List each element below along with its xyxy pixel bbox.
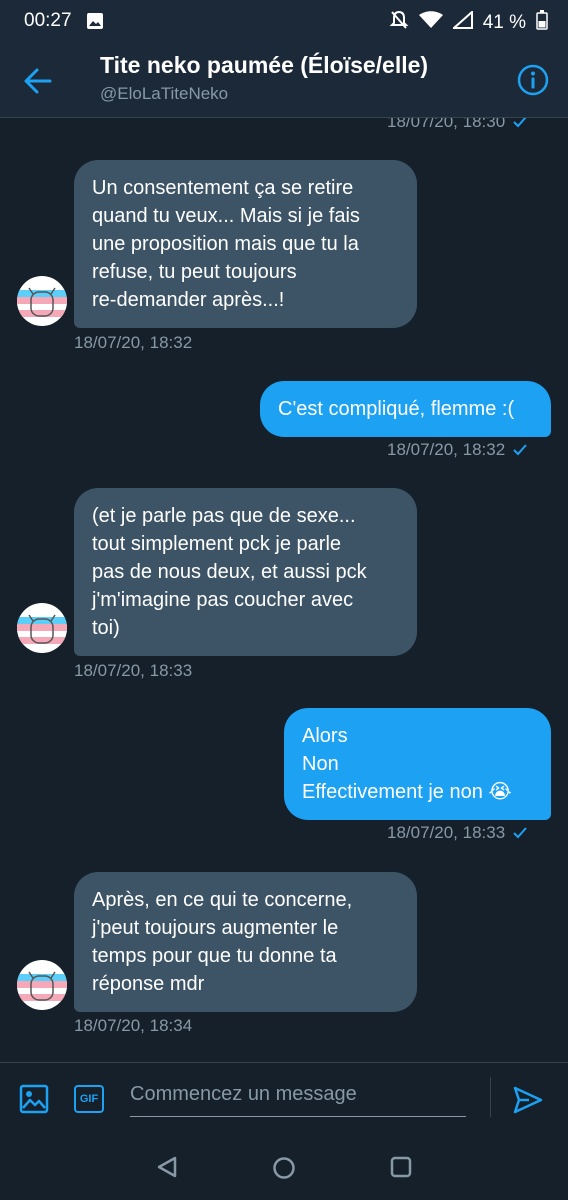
avatar[interactable] <box>17 276 67 326</box>
message-input[interactable]: Commencez un message <box>130 1079 466 1117</box>
battery-percent: 41 % <box>482 12 526 33</box>
gif-icon[interactable]: GIF <box>74 1085 104 1113</box>
info-icon[interactable] <box>516 63 550 102</box>
avatar[interactable] <box>17 960 67 1010</box>
image-icon[interactable] <box>19 1084 49 1119</box>
message-timestamp: 18/07/20, 18:33 <box>387 823 527 843</box>
message-timestamp: 18/07/20, 18:32 <box>74 333 193 352</box>
status-bar: 00:27 41 % <box>0 0 568 44</box>
composer-divider <box>490 1077 491 1117</box>
outgoing-message-bubble[interactable]: Alors Non Effectivement je non 😭 <box>284 708 551 820</box>
send-icon[interactable] <box>513 1086 543 1119</box>
sent-check-icon <box>513 118 527 128</box>
message-list[interactable]: 18/07/20, 18:30 Un consentement ça se re… <box>0 118 568 1062</box>
outgoing-message-bubble[interactable]: C'est compliqué, flemme :( <box>260 381 551 437</box>
battery-icon <box>536 10 548 36</box>
message-composer: GIF Commencez un message <box>0 1062 568 1134</box>
avatar[interactable] <box>17 603 67 653</box>
wifi-icon <box>418 11 443 35</box>
image-notification-icon <box>86 12 104 35</box>
message-timestamp: 18/07/20, 18:34 <box>74 1016 193 1035</box>
sent-check-icon <box>513 827 527 839</box>
conversation-handle: @EloLaTiteNeko <box>100 84 229 103</box>
status-time: 00:27 <box>24 10 72 31</box>
conversation-header: Tite neko paumée (Éloïse/elle) @EloLaTit… <box>0 44 568 118</box>
sent-check-icon <box>513 444 527 456</box>
back-arrow-icon[interactable] <box>22 66 54 101</box>
incoming-message-bubble[interactable]: Un consentement ça se retire quand tu ve… <box>74 160 417 328</box>
mute-icon <box>389 10 409 36</box>
signal-icon <box>451 9 473 35</box>
nav-recents-icon[interactable] <box>390 1156 412 1183</box>
incoming-message-bubble[interactable]: Après, en ce qui te concerne, j'peut tou… <box>74 872 417 1012</box>
nav-back-icon[interactable] <box>156 1156 178 1183</box>
message-timestamp: 18/07/20, 18:33 <box>74 661 193 680</box>
conversation-title: Tite neko paumée (Éloïse/elle) <box>100 52 429 78</box>
message-timestamp: 18/07/20, 18:30 <box>387 118 527 132</box>
message-timestamp: 18/07/20, 18:32 <box>387 440 527 460</box>
nav-home-icon[interactable] <box>272 1156 296 1185</box>
system-navigation-bar <box>0 1134 568 1200</box>
incoming-message-bubble[interactable]: (et je parle pas que de sexe... tout sim… <box>74 488 417 656</box>
